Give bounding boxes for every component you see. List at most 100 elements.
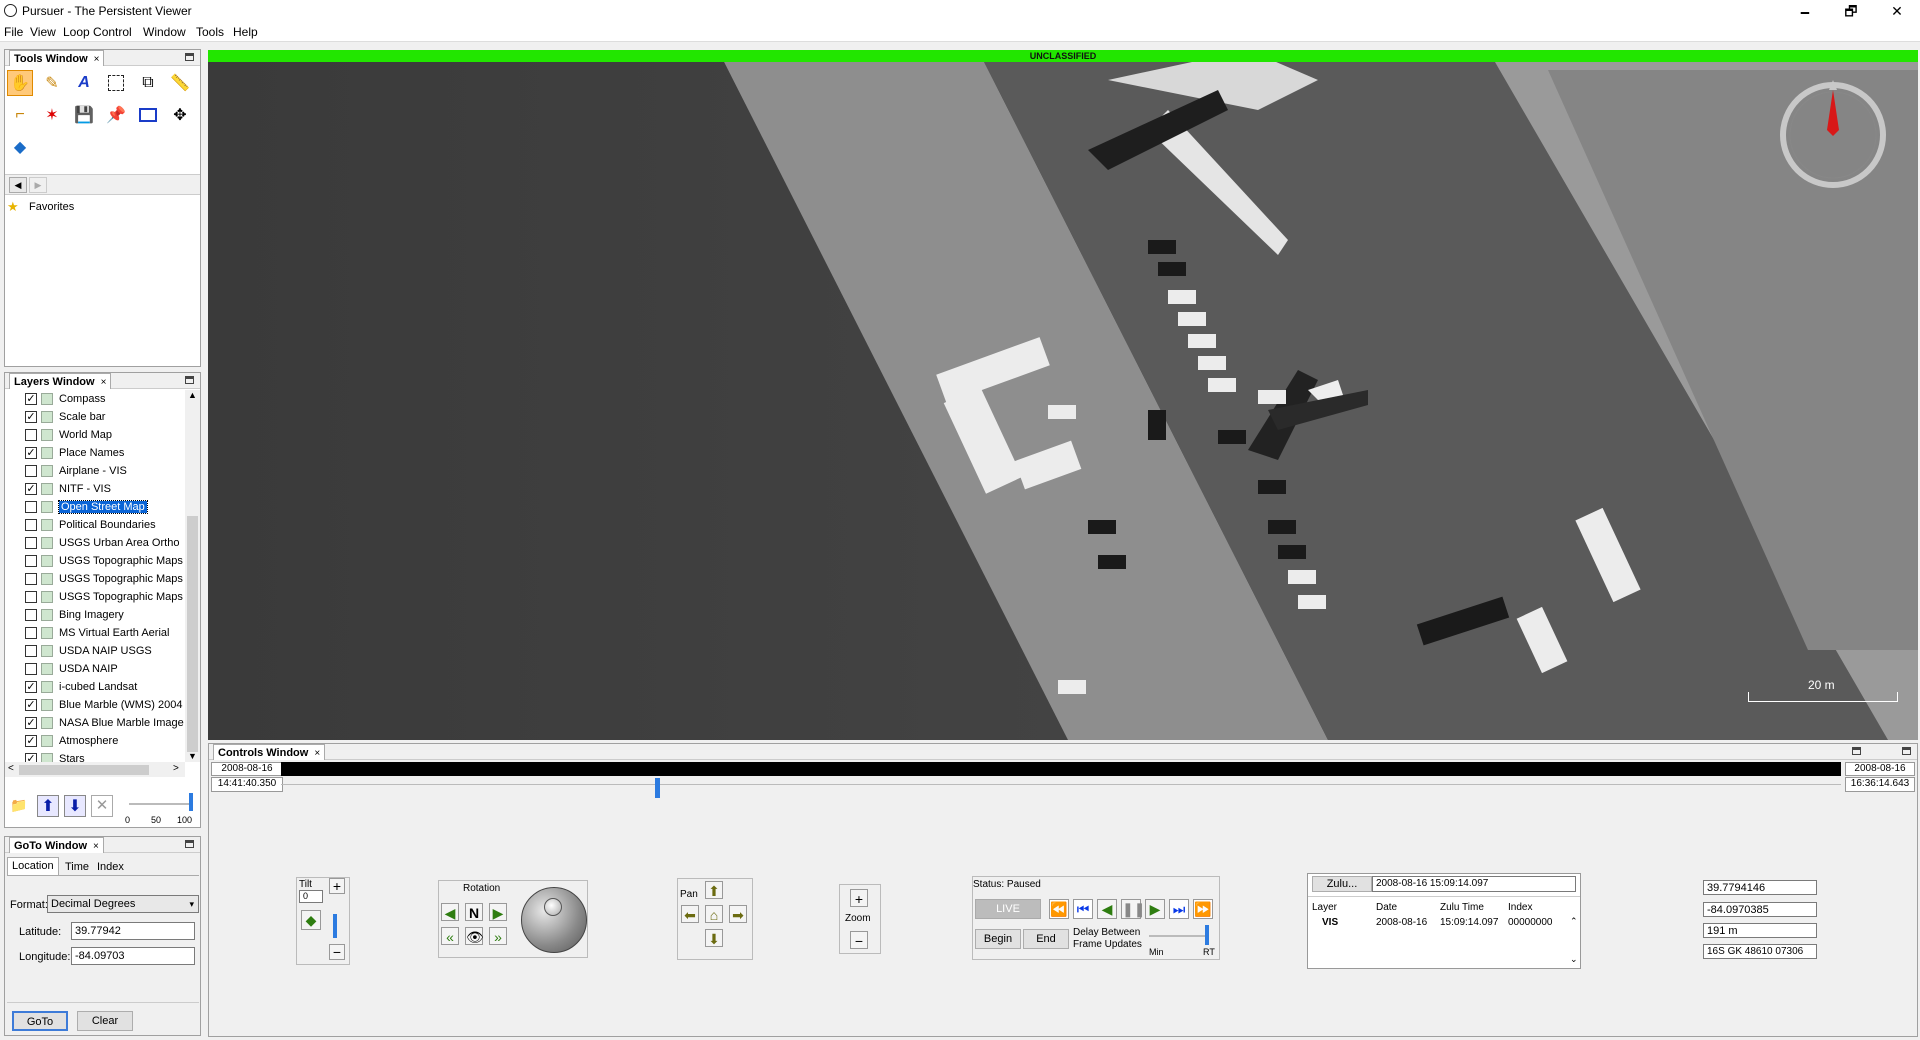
timeline-playhead[interactable] [655,778,661,798]
rotation-knob[interactable] [521,887,587,953]
minimize-icon[interactable] [185,53,194,61]
menu-tools[interactable]: Tools [196,25,224,39]
rotate-fast-right-button[interactable]: » [489,927,507,945]
zoom-out-button[interactable]: − [850,931,868,949]
layer-checkbox[interactable]: ✓ [25,483,37,495]
text-tool[interactable]: A [71,70,97,96]
rotate-fast-left-button[interactable]: « [441,927,459,945]
layer-checkbox[interactable]: ✓ [25,447,37,459]
eraser-tool[interactable]: ◆ [7,134,33,160]
save-tool[interactable]: 💾 [71,102,97,128]
measure-tool[interactable]: 📏 [167,70,193,96]
scroll-right-icon[interactable]: > [173,763,179,774]
scroll-left-icon[interactable]: < [8,763,14,774]
layer-checkbox[interactable] [25,645,37,657]
goto-window-close[interactable]: × [93,841,99,852]
north-up-button[interactable]: N [465,903,483,921]
remove-layer-button[interactable]: ✕ [91,795,113,817]
layer-item[interactable]: USGS Topographic Maps [25,570,183,588]
end-button[interactable]: End [1023,929,1069,949]
pan-right-button[interactable]: ➡ [729,905,747,923]
layer-checkbox[interactable] [25,609,37,621]
network-tool[interactable]: ✶ [39,102,65,128]
pan-home-button[interactable]: ⌂ [705,905,723,923]
scroll-up-icon[interactable]: ▲ [188,390,197,400]
timeline-track[interactable] [281,784,1841,785]
layer-checkbox[interactable] [25,555,37,567]
pan-hand-tool[interactable]: ✋ [7,70,33,96]
longitude-input[interactable]: -84.09703 [71,947,195,965]
layer-item[interactable]: Open Street Map [25,498,148,516]
layer-item[interactable]: ✓ NASA Blue Marble Image [25,714,184,732]
skip-to-end-button[interactable]: ⏩ [1193,899,1213,919]
layer-checkbox[interactable]: ✓ [25,681,37,693]
compass[interactable] [1778,80,1888,190]
layer-checkbox[interactable] [25,465,37,477]
forward-button[interactable]: ▶ [29,177,47,193]
menu-file[interactable]: File [4,25,23,39]
opacity-slider-thumb[interactable] [189,793,193,811]
layer-item[interactable]: ✓ Place Names [25,444,124,462]
layer-item[interactable]: Bing Imagery [25,606,124,624]
view-eye-button[interactable]: 👁 [465,927,484,945]
layer-item[interactable]: World Map [25,426,112,444]
tab-time[interactable]: Time [61,859,93,875]
minimize-icon[interactable] [185,840,194,848]
play-button[interactable]: ▶ [1145,899,1165,919]
capture-tool[interactable]: ⧉ [135,70,161,96]
menu-help[interactable]: Help [233,25,258,39]
layer-item[interactable]: Airplane - VIS [25,462,127,480]
layer-checkbox[interactable] [25,663,37,675]
hscroll-thumb[interactable] [19,765,149,775]
minimize-button[interactable]: 🗕 [1782,0,1828,22]
goto-button[interactable]: GoTo [12,1011,68,1031]
layer-item[interactable]: ✓ Blue Marble (WMS) 2004 [25,696,183,714]
layer-item[interactable]: USGS Urban Area Ortho [25,534,179,552]
menu-loop-control[interactable]: Loop Control [63,25,132,39]
layer-item[interactable]: USGS Topographic Maps [25,588,183,606]
live-button[interactable]: LIVE [975,899,1041,919]
layer-checkbox[interactable]: ✓ [25,735,37,747]
layer-item[interactable]: Political Boundaries [25,516,156,534]
zoom-in-button[interactable]: + [850,889,868,907]
layer-item[interactable]: ✓ Scale bar [25,408,105,426]
layer-item[interactable]: ✓ i-cubed Landsat [25,678,137,696]
layer-item[interactable]: MS Virtual Earth Aerial [25,624,169,642]
play-reverse-button[interactable]: ◀ [1097,899,1117,919]
layer-checkbox[interactable] [25,501,37,513]
step-forward-button[interactable]: ⏭ [1169,899,1189,919]
restore-icon[interactable] [1902,747,1911,755]
layer-item[interactable]: ✓ Stars [25,750,85,762]
tilt-increase-button[interactable]: + [329,878,345,894]
layer-checkbox[interactable]: ✓ [25,699,37,711]
pause-button[interactable]: ❚❚ [1121,899,1145,919]
layer-checkbox[interactable] [25,537,37,549]
layer-item[interactable]: ✓ NITF - VIS [25,480,111,498]
layer-item[interactable]: USDA NAIP [25,660,118,678]
tilt-reset-button[interactable]: ◆ [301,910,321,930]
tilt-input[interactable]: 0 [299,890,323,903]
layer-checkbox[interactable]: ✓ [25,753,37,762]
layer-item[interactable]: USGS Topographic Maps [25,552,183,570]
controls-window-close[interactable]: × [314,748,320,759]
layer-checkbox[interactable] [25,591,37,603]
pan-left-button[interactable]: ⬅ [681,905,699,923]
rotate-right-button[interactable]: ▶ [489,903,507,921]
vertical-scrollbar[interactable]: ▲ ▼ [185,390,200,762]
move-tool[interactable]: ✥ [167,102,193,128]
layer-item[interactable]: ✓ Compass [25,390,105,408]
tab-location[interactable]: Location [7,857,59,875]
horizontal-scrollbar[interactable]: < > [5,762,185,777]
frame-tool[interactable] [135,102,161,128]
timeline-bar[interactable] [281,762,1841,776]
latitude-input[interactable]: 39.77942 [71,922,195,940]
layer-checkbox[interactable]: ✓ [25,717,37,729]
skip-to-start-button[interactable]: ⏪ [1049,899,1069,919]
tilt-slider-thumb[interactable] [333,914,337,938]
knob-handle[interactable] [544,898,562,916]
delay-slider-thumb[interactable] [1205,925,1209,945]
map-view[interactable]: UNCLASSIFIED 20 m [208,50,1918,740]
tilt-decrease-button[interactable]: − [329,944,345,960]
tools-window-close[interactable]: × [94,54,100,65]
layer-checkbox[interactable]: ✓ [25,411,37,423]
